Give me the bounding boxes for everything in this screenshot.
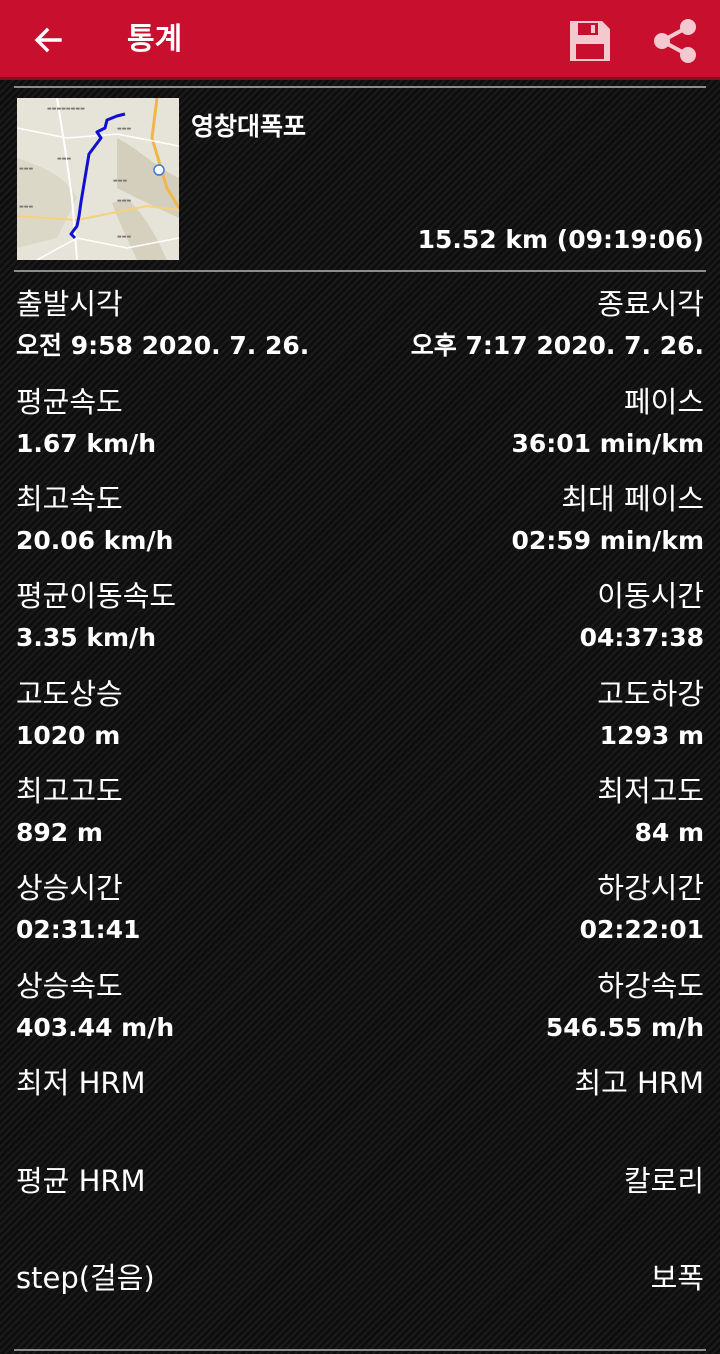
stat-max-hrm: 최고 HRM bbox=[574, 1063, 704, 1105]
stat-label: 평균 HRM bbox=[16, 1164, 146, 1198]
stat-ascent-time: 상승시간 02:31:41 bbox=[16, 868, 140, 950]
stat-ascent-speed: 상승속도 403.44 m/h bbox=[16, 966, 174, 1048]
stat-descent-time: 하강시간 02:22:01 bbox=[580, 868, 704, 950]
stat-label: 하강시간 bbox=[597, 871, 704, 905]
stat-end-time: 종료시각 오후 7:17 2020. 7. 26. bbox=[411, 284, 704, 366]
back-button[interactable] bbox=[28, 20, 68, 60]
svg-text:▬▬▬: ▬▬▬ bbox=[117, 126, 131, 132]
divider bbox=[14, 270, 706, 272]
stat-label: 고도상승 bbox=[16, 677, 123, 711]
stat-label: 평균속도 bbox=[16, 385, 123, 419]
stat-pace: 페이스 36:01 min/km bbox=[511, 382, 704, 464]
stat-label: 페이스 bbox=[623, 385, 704, 419]
stat-value: 오후 7:17 2020. 7. 26. bbox=[410, 331, 704, 360]
stat-max-speed: 최고속도 20.06 km/h bbox=[16, 479, 173, 561]
route-distance-duration: 15.52 km (09:19:06) bbox=[417, 225, 704, 254]
stat-label: 최대 페이스 bbox=[561, 482, 704, 516]
stat-moving-time: 이동시간 04:37:38 bbox=[580, 576, 704, 658]
stat-value: 1.67 km/h bbox=[16, 429, 156, 458]
stat-value: 1020 m bbox=[16, 721, 121, 750]
route-map-image: ▬▬▬▬▬▬▬▬ ▬▬▬ ▬▬▬ ▬▬▬ ▬▬▬ ▬▬▬ ▬▬▬ ▬▬▬ bbox=[17, 98, 179, 260]
stat-min-altitude: 최저고도 84 m bbox=[597, 771, 704, 853]
share-icon bbox=[654, 19, 696, 63]
stat-value: 20.06 km/h bbox=[16, 526, 174, 555]
stat-value: 36:01 min/km bbox=[511, 429, 704, 458]
stat-elevation-gain: 고도상승 1020 m bbox=[16, 674, 123, 756]
stat-value: 02:31:41 bbox=[16, 915, 141, 944]
divider bbox=[14, 1349, 706, 1351]
svg-text:▬▬▬: ▬▬▬ bbox=[117, 234, 131, 240]
stat-avg-hrm: 평균 HRM bbox=[16, 1161, 146, 1203]
stat-label: 최저 HRM bbox=[16, 1066, 146, 1100]
stat-stride: 보폭 bbox=[651, 1258, 704, 1300]
arrow-left-icon bbox=[34, 27, 62, 53]
stat-label: 하강속도 bbox=[597, 969, 704, 1003]
stat-label: 고도하강 bbox=[597, 677, 704, 711]
svg-text:▬▬▬: ▬▬▬ bbox=[117, 198, 131, 204]
stat-calories: 칼로리 bbox=[624, 1161, 704, 1203]
stat-descent-speed: 하강속도 546.55 m/h bbox=[546, 966, 704, 1048]
stat-max-pace: 최대 페이스 02:59 min/km bbox=[511, 479, 704, 561]
svg-text:▬▬▬: ▬▬▬ bbox=[113, 178, 127, 184]
stat-max-altitude: 최고고도 892 m bbox=[16, 771, 123, 853]
route-map-thumbnail[interactable]: ▬▬▬▬▬▬▬▬ ▬▬▬ ▬▬▬ ▬▬▬ ▬▬▬ ▬▬▬ ▬▬▬ ▬▬▬ bbox=[17, 98, 179, 260]
stat-value: 3.35 km/h bbox=[16, 623, 156, 652]
stat-label: 평균이동속도 bbox=[16, 579, 177, 613]
stat-value: 403.44 m/h bbox=[16, 1013, 175, 1042]
stat-avg-moving-speed: 평균이동속도 3.35 km/h bbox=[16, 576, 176, 658]
stat-label: 최고속도 bbox=[16, 482, 123, 516]
stat-avg-speed: 평균속도 1.67 km/h bbox=[16, 382, 156, 464]
stat-label: 최고 HRM bbox=[574, 1066, 704, 1100]
stat-value: 892 m bbox=[16, 818, 103, 847]
stat-start-time: 출발시각 오전 9:58 2020. 7. 26. bbox=[16, 284, 309, 366]
floppy-disk-icon bbox=[570, 21, 610, 61]
stat-value: 04:37:38 bbox=[579, 623, 704, 652]
stat-label: 출발시각 bbox=[16, 287, 123, 321]
svg-text:▬▬▬: ▬▬▬ bbox=[19, 166, 33, 172]
stat-label: 상승속도 bbox=[16, 969, 123, 1003]
stat-label: 최저고도 bbox=[597, 774, 704, 808]
svg-text:▬▬▬: ▬▬▬ bbox=[19, 204, 33, 210]
stat-label: 보폭 bbox=[650, 1261, 704, 1295]
stat-label: 칼로리 bbox=[623, 1164, 704, 1198]
stat-label: step(걸음) bbox=[16, 1261, 155, 1295]
stat-value: 오전 9:58 2020. 7. 26. bbox=[16, 331, 310, 360]
divider bbox=[14, 86, 706, 88]
route-name: 영창대폭포 bbox=[191, 112, 307, 141]
stat-value: 02:59 min/km bbox=[511, 526, 704, 555]
stat-label: 종료시각 bbox=[597, 287, 704, 321]
stat-min-hrm: 최저 HRM bbox=[16, 1063, 146, 1105]
stat-steps: step(걸음) bbox=[16, 1258, 155, 1300]
stat-elevation-loss: 고도하강 1293 m bbox=[597, 674, 704, 756]
stat-value: 02:22:01 bbox=[579, 915, 704, 944]
stat-label: 상승시간 bbox=[16, 871, 123, 905]
app-bar: 통계 bbox=[0, 0, 720, 80]
stat-value: 546.55 m/h bbox=[545, 1013, 704, 1042]
svg-text:▬▬▬: ▬▬▬ bbox=[57, 156, 71, 162]
stat-value: 1293 m bbox=[599, 721, 704, 750]
save-button[interactable] bbox=[566, 17, 614, 65]
svg-text:▬▬▬▬▬▬▬▬: ▬▬▬▬▬▬▬▬ bbox=[47, 106, 85, 112]
stat-label: 이동시간 bbox=[597, 579, 704, 613]
page-title: 통계 bbox=[127, 22, 183, 57]
stat-label: 최고고도 bbox=[16, 774, 123, 808]
stat-value: 84 m bbox=[634, 818, 704, 847]
share-button[interactable] bbox=[650, 17, 700, 65]
